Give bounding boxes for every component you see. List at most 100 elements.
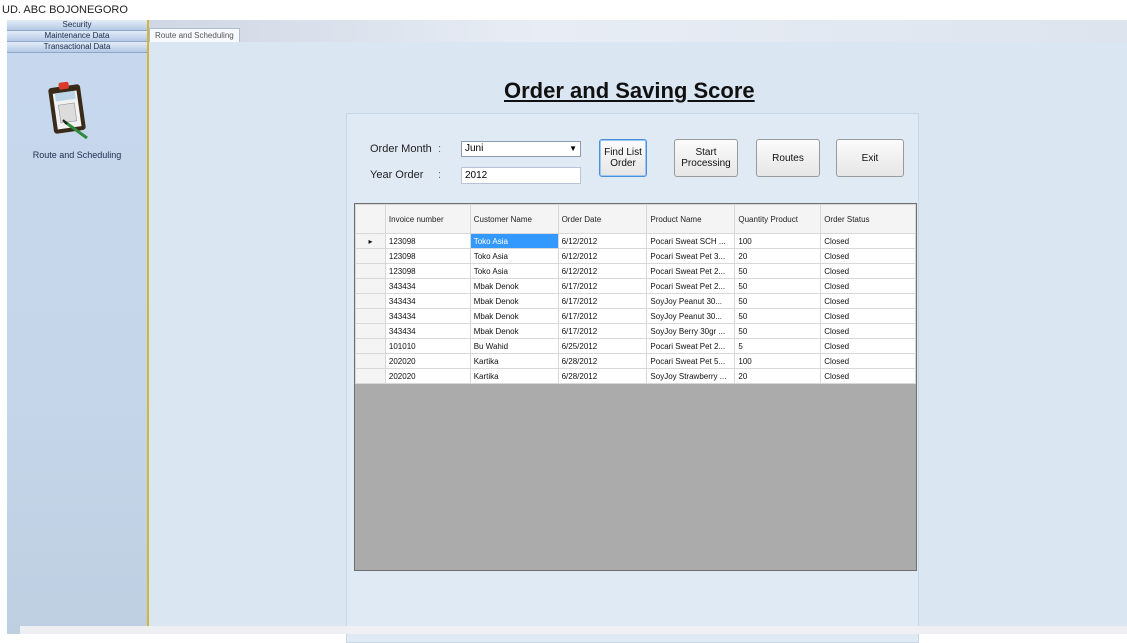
table-cell[interactable]: 6/12/2012 [557,248,648,264]
table-cell[interactable]: 50 [734,323,822,339]
table-cell[interactable]: SoyJoy Berry 30gr ... [646,323,736,339]
row-header[interactable] [355,248,386,264]
table-cell[interactable]: Pocari Sweat Pet 2... [646,338,736,354]
table-cell[interactable]: Pocari Sweat SCH ... [646,233,736,249]
table-row[interactable]: 343434 Mbak Denok 6/17/2012 SoyJoy Peanut 3… [355,308,916,324]
table-cell[interactable]: 343434 [384,323,471,339]
table-cell[interactable]: SoyJoy Strawberry ... [646,368,736,384]
table-cell[interactable]: Mbak Denok [469,308,559,324]
table-cell[interactable]: Closed [820,263,916,279]
table-cell[interactable]: Bu Wahid [469,338,559,354]
menu-maintenance-data[interactable]: Maintenance Data [7,31,147,42]
table-cell[interactable]: Toko Asia [469,263,559,279]
table-row[interactable]: 343434 Mbak Denok 6/17/2012 Pocari Sweat Pe… [355,278,916,294]
column-header[interactable]: Invoice number [384,204,471,234]
table-cell[interactable]: Toko Asia [469,248,559,264]
nav-route-and-scheduling-label[interactable]: Route and Scheduling [7,150,147,160]
table-cell[interactable]: 20 [734,368,822,384]
table-cell[interactable]: 123098 [384,263,471,279]
year-order-input[interactable]: 2012 [461,167,581,184]
table-cell[interactable]: 6/12/2012 [557,263,648,279]
table-cell[interactable]: 6/12/2012 [557,233,648,249]
exit-button[interactable]: Exit [836,139,904,177]
table-cell[interactable]: 202020 [384,353,471,369]
tab-route-and-scheduling[interactable]: Route and Scheduling [149,28,240,43]
table-cell[interactable]: 6/17/2012 [557,278,648,294]
find-list-order-button[interactable]: Find List Order [599,139,647,177]
start-processing-button[interactable]: Start Processing [674,139,738,177]
table-cell[interactable]: 101010 [384,338,471,354]
chevron-down-icon[interactable]: ▼ [569,142,577,156]
row-header[interactable] [355,263,386,279]
table-cell[interactable]: 6/17/2012 [557,308,648,324]
table-cell[interactable]: 5 [734,338,822,354]
table-cell[interactable]: 20 [734,248,822,264]
table-cell[interactable]: 6/17/2012 [557,323,648,339]
column-header[interactable]: Customer Name [469,204,559,234]
routes-button[interactable]: Routes [756,139,820,177]
table-cell[interactable]: 6/25/2012 [557,338,648,354]
table-cell[interactable]: Closed [820,233,916,249]
row-header[interactable] [355,293,386,309]
table-cell[interactable]: 6/28/2012 [557,353,648,369]
table-cell[interactable]: Closed [820,323,916,339]
table-row[interactable]: 123098 Toko Asia 6/12/2012 Pocari Sweat Pet… [355,263,916,279]
table-cell[interactable]: Kartika [469,368,559,384]
menu-security[interactable]: Security [7,20,147,31]
table-cell[interactable]: 6/17/2012 [557,293,648,309]
table-cell[interactable]: Kartika [469,353,559,369]
table-cell[interactable]: 100 [734,233,822,249]
row-header[interactable] [355,353,386,369]
table-row[interactable]: ▸ 123098 Toko Asia 6/12/2012 Pocari Sweat SC… [355,233,916,249]
table-cell[interactable]: Closed [820,293,916,309]
table-cell[interactable]: 202020 [384,368,471,384]
menu-transactional-data[interactable]: Transactional Data [7,42,147,53]
order-month-select[interactable]: Juni ▼ [461,141,581,157]
row-header[interactable] [355,323,386,339]
table-cell[interactable]: Pocari Sweat Pet 3... [646,248,736,264]
table-cell[interactable]: Pocari Sweat Pet 2... [646,263,736,279]
column-header[interactable]: Order Date [557,204,648,234]
table-cell[interactable]: 343434 [384,293,471,309]
row-header[interactable] [355,338,386,354]
column-header[interactable]: Order Status [820,204,916,234]
table-row[interactable]: 202020 Kartika 6/28/2012 SoyJoy Strawberry … [355,368,916,384]
column-header[interactable]: Quantity Product [734,204,822,234]
table-cell[interactable]: 343434 [384,308,471,324]
table-cell[interactable]: 50 [734,308,822,324]
table-row[interactable]: 343434 Mbak Denok 6/17/2012 SoyJoy Berry 30… [355,323,916,339]
table-cell[interactable]: Mbak Denok [469,323,559,339]
table-cell[interactable]: 343434 [384,278,471,294]
table-cell[interactable]: Pocari Sweat Pet 2... [646,278,736,294]
table-cell[interactable]: 6/28/2012 [557,368,648,384]
table-cell[interactable]: Mbak Denok [469,278,559,294]
table-cell[interactable]: Pocari Sweat Pet 5... [646,353,736,369]
table-cell[interactable]: SoyJoy Peanut 30... [646,308,736,324]
column-header[interactable]: Product Name [646,204,736,234]
table-cell[interactable]: Closed [820,368,916,384]
table-cell[interactable]: Closed [820,248,916,264]
table-cell[interactable]: 50 [734,263,822,279]
table-cell[interactable]: Closed [820,353,916,369]
table-cell[interactable]: 50 [734,278,822,294]
table-cell[interactable]: Toko Asia [469,233,559,249]
row-header[interactable] [355,368,386,384]
table-row[interactable]: 343434 Mbak Denok 6/17/2012 SoyJoy Peanut 3… [355,293,916,309]
table-cell[interactable]: SoyJoy Peanut 30... [646,293,736,309]
current-row-marker-icon[interactable]: ▸ [355,233,386,249]
orders-grid[interactable]: Invoice number Customer Name Order Date … [354,203,917,571]
table-cell[interactable]: 100 [734,353,822,369]
table-row[interactable]: 123098 Toko Asia 6/12/2012 Pocari Sweat Pet… [355,248,916,264]
table-cell[interactable]: Mbak Denok [469,293,559,309]
row-header[interactable] [355,278,386,294]
clipboard-calculator-icon[interactable] [43,80,93,140]
table-row[interactable]: 202020 Kartika 6/28/2012 Pocari Sweat Pet 5… [355,353,916,369]
table-cell[interactable]: 123098 [384,233,471,249]
table-cell[interactable]: Closed [820,308,916,324]
table-cell[interactable]: 123098 [384,248,471,264]
row-header[interactable] [355,308,386,324]
table-cell[interactable]: Closed [820,278,916,294]
table-row[interactable]: 101010 Bu Wahid 6/25/2012 Pocari Sweat Pet … [355,338,916,354]
table-cell[interactable]: Closed [820,338,916,354]
table-cell[interactable]: 50 [734,293,822,309]
